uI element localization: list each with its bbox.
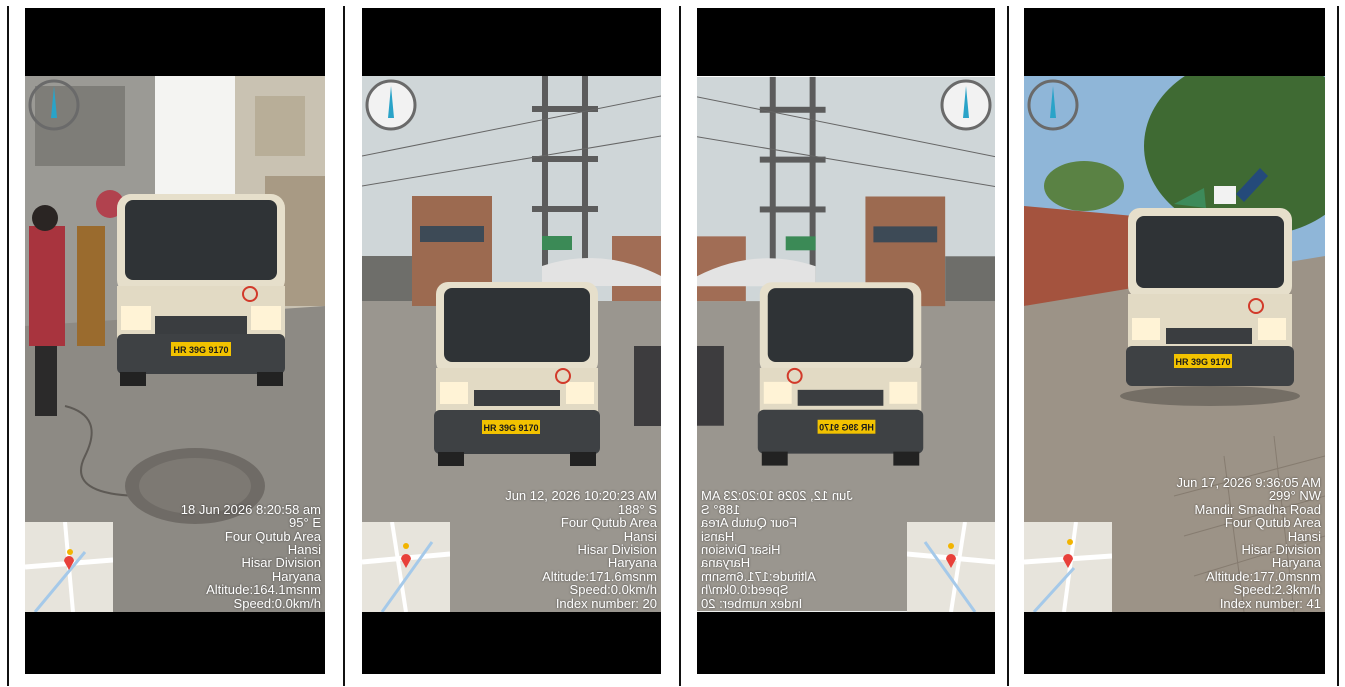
compass-icon [940,79,992,131]
map-pin-icon [64,556,74,570]
city: Hansi [701,528,735,544]
altitude: Altitude:171.6msnm [701,568,816,584]
division: Hisar Division [241,555,321,571]
frame-divider [679,6,681,686]
svg-text:HR 39G 9170: HR 39G 9170 [483,423,538,433]
street-photo: HR 39G 9170 Jun 17, 2026 9:36:05 AM 299°… [1024,76,1325,612]
minimap [362,522,450,612]
index-number: Index number: 41 [1219,595,1321,611]
locality: Four Qutub Area [1224,515,1321,531]
map-pin-icon [1063,554,1073,568]
speed: Speed:0.0km/h [233,595,321,611]
index-number: Index number: 20 [555,595,657,611]
map-pin-icon [946,554,956,568]
svg-text:HR 39G 9170: HR 39G 9170 [173,345,228,355]
city: Hansi [623,528,657,544]
locality: Four Qutub Area [224,528,321,544]
altitude: Altitude:177.0msnm [1206,568,1321,584]
state: Haryana [701,555,751,571]
letterbox-top [362,8,661,76]
speed: Speed:0.0km/h [701,582,789,598]
state: Haryana [271,568,321,584]
heading: 95° E [289,515,321,531]
letterbox-bottom [362,612,661,674]
photo-panel-2: HR 39G 9170 Jun 12, 2026 10:20:23 AM 188… [362,8,661,684]
state: Haryana [607,555,657,571]
timestamp: Jun 17, 2026 9:36:05 AM [1176,474,1321,490]
letterbox-top [697,8,995,76]
compass-icon [365,79,417,131]
street-photo: HR 39G 9170 18 Jun 2026 8:20:58 am 95° E… [25,76,325,612]
city: Hansi [287,541,321,557]
letterbox-bottom [697,612,995,674]
frame-divider-right [1337,6,1339,686]
letterbox-top [25,8,325,76]
geotag-overlay: Jun 12, 2026 10:20:23 AM 188° S Four Qut… [505,489,657,610]
geotag-overlay-mirrored: Jun 12, 2026 10:20:23 AM 188° S Four Qut… [701,488,853,611]
state: Haryana [1271,555,1321,571]
timestamp: Jun 12, 2026 10:20:23 AM [701,488,853,504]
letterbox-bottom [1024,612,1325,674]
map-pin-icon [401,554,411,568]
street-photo-mirrored: HR 39G 9170 Jun 12, 2026 10:20:23 AM 188… [697,76,995,612]
minimap [907,522,995,612]
minimap [25,522,113,612]
photo-panel-4: HR 39G 9170 Jun 17, 2026 9:36:05 AM 299°… [1024,8,1325,684]
timestamp: 18 Jun 2026 8:20:58 am [180,501,321,517]
city: Hansi [1287,528,1321,544]
division: Hisar Division [1241,541,1321,557]
timestamp: Jun 12, 2026 10:20:23 AM [505,488,657,504]
heading: 299° NW [1268,488,1321,504]
altitude: Altitude:171.6msnm [542,568,657,584]
index-number: Index number: 20 [701,595,803,611]
frame-divider-left [7,6,9,686]
letterbox-top [1024,8,1325,76]
heading: 188° S [701,501,741,517]
geotag-overlay: Jun 17, 2026 9:36:05 AM 299° NW Mandir S… [1176,476,1321,610]
locality: Four Qutub Area [701,515,798,531]
svg-text:HR 39G 9170: HR 39G 9170 [819,423,874,433]
photo-panel-3: HR 39G 9170 Jun 12, 2026 10:20:23 AM 188… [697,8,995,684]
frame-divider [1007,6,1009,686]
svg-text:HR 39G 9170: HR 39G 9170 [1175,357,1230,367]
minimap [1024,522,1112,612]
letterbox-bottom [25,612,325,674]
street-photo: HR 39G 9170 Jun 12, 2026 10:20:23 AM 188… [362,76,661,612]
altitude: Altitude:164.1msnm [206,582,321,598]
geotag-overlay: 18 Jun 2026 8:20:58 am 95° E Four Qutub … [180,501,321,611]
speed: Speed:2.3km/h [1233,582,1321,598]
photo-panel-1: HR 39G 9170 18 Jun 2026 8:20:58 am 95° E… [25,8,325,684]
road: Mandir Smadha Road [1194,501,1321,517]
division: Hisar Division [577,541,657,557]
locality: Four Qutub Area [560,515,657,531]
compass-icon [1027,79,1079,131]
compass-icon [28,79,80,131]
frame-divider [343,6,345,686]
division: Hisar Division [701,541,781,557]
heading: 188° S [617,501,657,517]
speed: Speed:0.0km/h [569,582,657,598]
